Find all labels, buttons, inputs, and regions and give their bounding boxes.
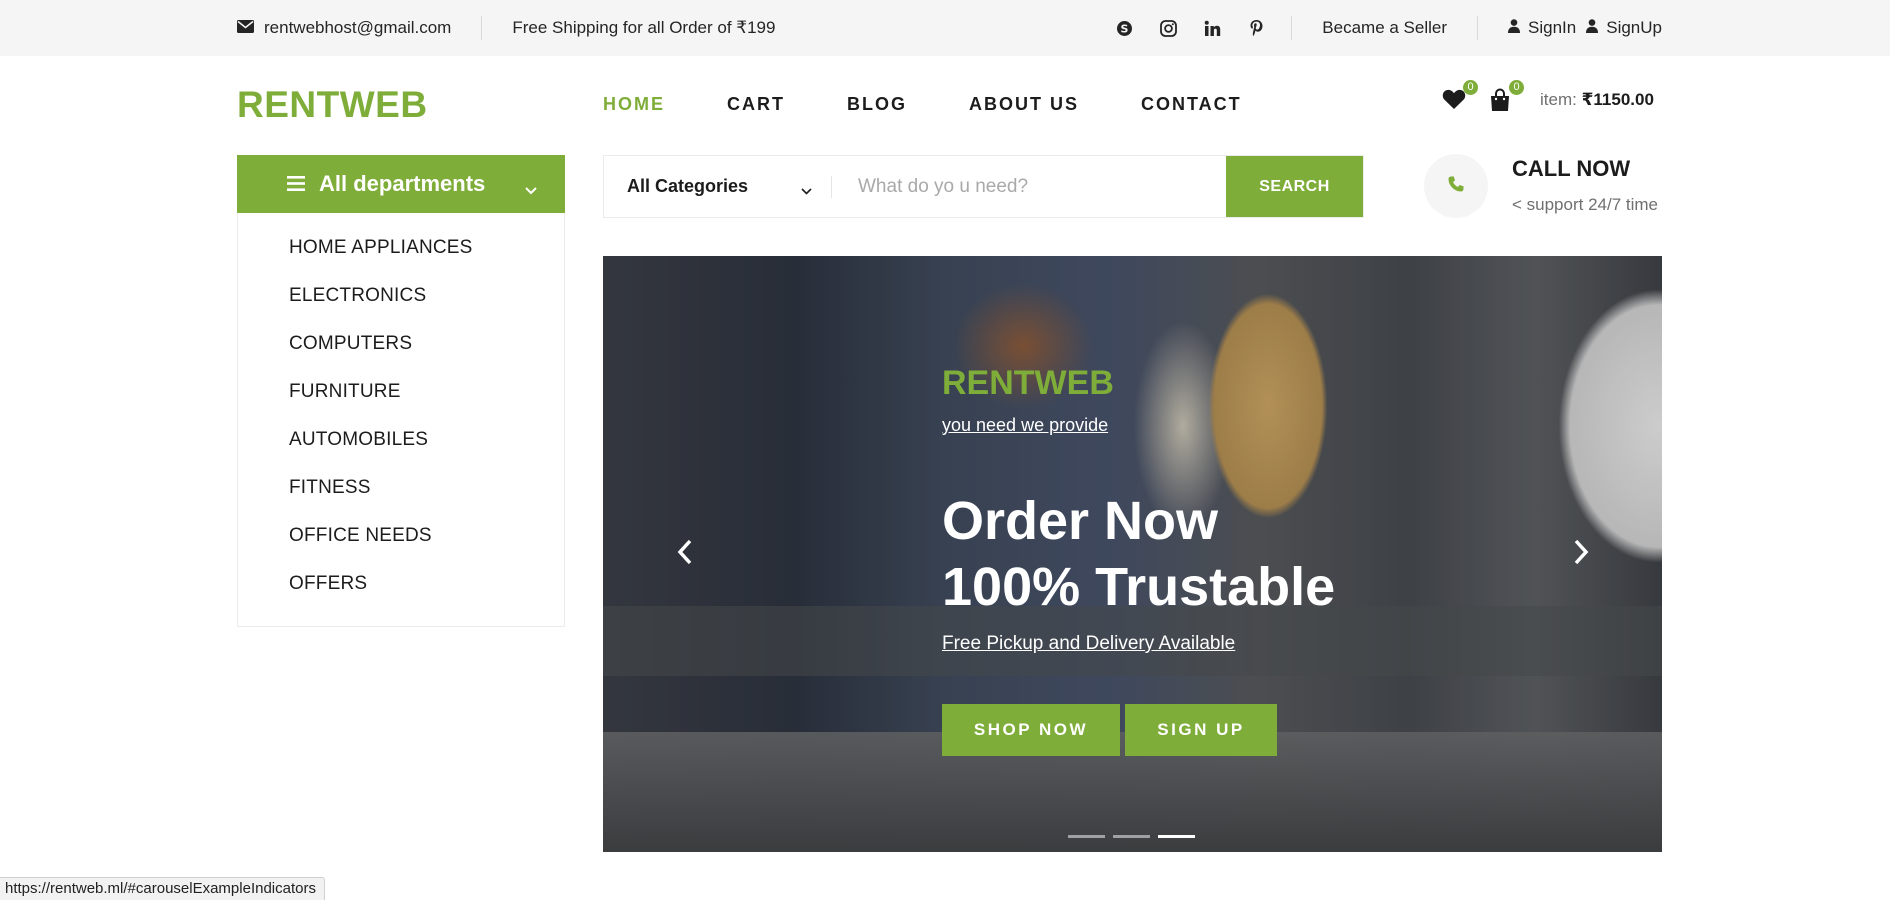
search-button[interactable]: SEARCH [1226,156,1363,217]
hero-title-line2: 100% Trustable [942,557,1336,617]
signup-label: SignUp [1606,18,1662,37]
hero-carousel: RENTWEB you need we provide Order Now 10… [603,256,1662,852]
all-departments-toggle[interactable]: All departments [237,155,565,213]
hero-note[interactable]: Free Pickup and Delivery Available [942,633,1235,655]
category-select[interactable]: All Categories [604,156,832,217]
chevron-down-icon [801,179,812,200]
search-input[interactable] [832,156,1226,217]
linkedin-icon[interactable] [1201,17,1223,39]
department-item[interactable]: FURNITURE [238,381,564,429]
email-text: rentwebhost@gmail.com [264,18,452,37]
nav-cart[interactable]: CART [727,94,785,115]
hero-title-line1: Order Now [942,491,1219,551]
shopping-bag-icon [1488,88,1512,116]
carousel-prev-button[interactable] [673,539,697,569]
signin-label: SignIn [1528,18,1577,37]
contact-email[interactable]: rentwebhost@gmail.com [237,18,481,38]
hero-brand: RENTWEB [942,364,1114,402]
cart-button[interactable]: 0 [1488,80,1524,112]
top-bar: rentwebhost@gmail.com Free Shipping for … [0,0,1890,56]
signin-link[interactable]: SignIn [1508,18,1576,38]
carousel-indicator-1[interactable] [1068,835,1105,838]
support-subtitle: < support 24/7 time [1512,195,1659,214]
menu-icon [287,171,305,197]
department-item[interactable]: COMPUTERS [238,333,564,381]
phone-icon [1447,175,1465,198]
call-now-title: CALL NOW [1512,156,1631,181]
shipping-notice: Free Shipping for all Order of ₹199 [512,18,776,37]
wishlist-button[interactable]: 0 [1442,80,1478,114]
svg-text:S: S [1120,22,1128,35]
wishlist-count-badge: 0 [1463,80,1478,95]
department-item[interactable]: OFFICE NEEDS [238,525,564,573]
pinterest-icon[interactable] [1245,17,1267,39]
cart-total: item: ₹1150.00 [1540,90,1654,110]
nav-home[interactable]: HOME [603,94,665,115]
department-item[interactable]: ELECTRONICS [238,285,564,333]
department-item[interactable]: HOME APPLIANCES [238,237,564,285]
department-item[interactable]: OFFERS [238,573,564,621]
departments-title: All departments [319,171,486,196]
hero-title: Order Now 100% Trustable [942,488,1335,620]
category-select-value: All Categories [627,176,749,196]
chevron-left-icon [677,539,693,570]
instagram-icon[interactable] [1157,17,1179,39]
search-form: All Categories SEARCH [603,155,1364,218]
item-total-value: ₹1150.00 [1581,90,1654,109]
shop-now-button[interactable]: SHOP NOW [942,704,1120,756]
departments-list: HOME APPLIANCES ELECTRONICS COMPUTERS FU… [237,213,565,627]
become-seller-link[interactable]: Became a Seller [1292,18,1477,38]
nav-blog[interactable]: BLOG [847,94,907,115]
cart-count-badge: 0 [1509,80,1524,95]
carousel-indicator-2[interactable] [1113,835,1150,838]
chevron-right-icon [1573,539,1589,570]
carousel-indicator-3[interactable] [1158,835,1195,838]
nav-contact[interactable]: CONTACT [1141,94,1242,115]
nav-about-us[interactable]: ABOUT US [969,94,1079,115]
heart-icon [1442,89,1466,114]
carousel-indicators [1068,835,1195,838]
site-logo[interactable]: RENTWEB [237,84,428,126]
phone-button[interactable] [1424,154,1488,218]
user-icon [1508,18,1521,38]
item-label: item: [1540,90,1577,109]
chevron-down-icon [525,175,537,201]
department-item[interactable]: FITNESS [238,477,564,525]
carousel-next-button[interactable] [1569,539,1593,569]
main-nav: HOME CART BLOG ABOUT US CONTACT [603,94,1304,115]
department-item[interactable]: AUTOMOBILES [238,429,564,477]
signup-link[interactable]: SignUp [1586,18,1662,38]
hero-tagline: you need we provide [942,415,1109,435]
user-icon [1586,18,1599,38]
envelope-icon [237,18,254,38]
browser-status-url: https://rentweb.ml/#carouselExampleIndic… [0,877,325,900]
sign-up-button[interactable]: SIGN UP [1125,704,1277,756]
skype-icon[interactable]: S [1113,17,1135,39]
